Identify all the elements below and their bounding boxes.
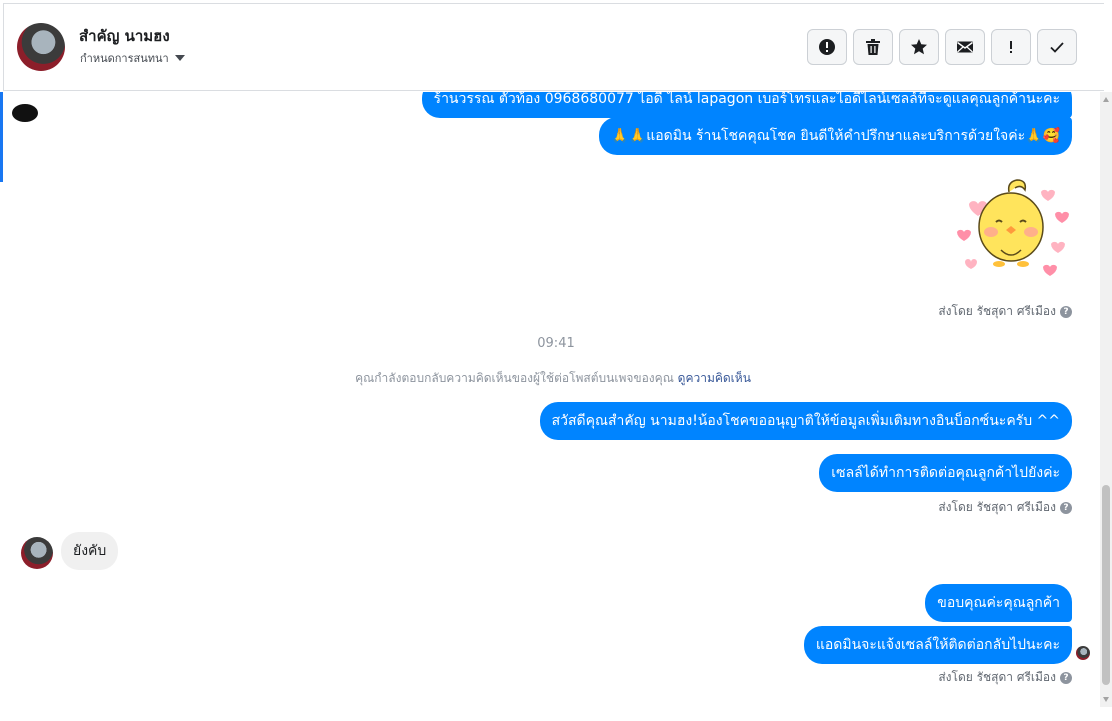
report-spam-button[interactable] bbox=[807, 29, 847, 65]
help-icon[interactable]: ? bbox=[1060, 671, 1072, 684]
contact-name[interactable]: สำคัญ นามฮง bbox=[79, 24, 170, 48]
message-timestamp: 09:41 bbox=[537, 336, 575, 351]
sent-by-text: ส่งโดย รัชสุดา ศรีเมือง bbox=[938, 500, 1056, 514]
mark-unread-button[interactable] bbox=[945, 29, 985, 65]
outgoing-message: ร้านวรรณ ตัวท้อง 0968680077 ไอดี ไลน์ la… bbox=[421, 92, 1072, 118]
thread-scrollbar[interactable] bbox=[1100, 92, 1112, 707]
assign-conversation-dropdown[interactable]: กำหนดการสนทนา bbox=[80, 49, 185, 67]
sender-avatar[interactable] bbox=[21, 537, 53, 569]
exclamation-icon bbox=[1010, 41, 1012, 53]
sent-by-text: ส่งโดย รัชสุดา ศรีเมือง bbox=[938, 670, 1056, 684]
delete-button[interactable] bbox=[853, 29, 893, 65]
assign-conversation-label: กำหนดการสนทนา bbox=[80, 52, 169, 65]
outgoing-message: 🙏🙏แอดมิน ร้านโชคคุณโชค ยินดีให้คำปรึกษาแ… bbox=[599, 117, 1072, 155]
envelope-icon bbox=[957, 41, 973, 53]
context-text: คุณกำลังตอบกลับความคิดเห็นของผู้ใช้ต่อโพ… bbox=[355, 371, 674, 385]
contact-avatar[interactable] bbox=[17, 23, 65, 71]
follow-up-button[interactable] bbox=[991, 29, 1031, 65]
checkmark-icon bbox=[1050, 42, 1064, 53]
scroll-down-arrow-icon[interactable] bbox=[1103, 697, 1109, 702]
message-text: ร้านวรรณ ตัวท้อง 0968680077 ไอดี ไลน์ la… bbox=[433, 92, 1060, 107]
message-text: เซลล์ได้ทำการติดต่อคุณลูกค้าไปยังค่ะ bbox=[831, 465, 1060, 481]
scroll-up-arrow-icon[interactable] bbox=[1103, 97, 1109, 102]
outgoing-message: ขอบคุณค่ะคุณลูกค้า bbox=[925, 584, 1072, 622]
alert-circle-icon bbox=[819, 39, 835, 55]
conversation-header: สำคัญ นามฮง กำหนดการสนทนา bbox=[3, 3, 1104, 91]
outgoing-message: แอดมินจะแจ้งเซลล์ให้ติดต่อกลับไปนะคะ bbox=[803, 626, 1072, 664]
message-text: ยังคับ bbox=[73, 543, 107, 559]
outgoing-message: เซลล์ได้ทำการติดต่อคุณลูกค้าไปยังค่ะ bbox=[819, 454, 1072, 492]
help-icon[interactable]: ? bbox=[1060, 305, 1072, 318]
sent-by-label: ส่งโดย รัชสุดา ศรีเมือง ? bbox=[938, 302, 1072, 321]
comment-reply-context: คุณกำลังตอบกลับความคิดเห็นของผู้ใช้ต่อโพ… bbox=[3, 369, 1100, 388]
star-button[interactable] bbox=[899, 29, 939, 65]
sent-by-label: ส่งโดย รัชสุดา ศรีเมือง ? bbox=[938, 668, 1072, 687]
view-comment-link[interactable]: ดูความคิดเห็น bbox=[678, 371, 751, 385]
outgoing-message: สวัสดีคุณสำคัญ นามฮง!น้องโชคขออนุญาติให้… bbox=[539, 402, 1072, 440]
sent-by-label: ส่งโดย รัชสุดา ศรีเมือง ? bbox=[938, 498, 1072, 517]
help-icon[interactable]: ? bbox=[1060, 501, 1072, 514]
scroll-thumb[interactable] bbox=[1102, 485, 1110, 685]
inbox-conversation-view: สำคัญ นามฮง กำหนดการสนทนา ร้านวรรณ ตัวท้… bbox=[0, 0, 1112, 721]
mark-done-button[interactable] bbox=[1037, 29, 1077, 65]
caret-down-icon bbox=[174, 55, 185, 61]
trash-icon bbox=[866, 39, 880, 55]
star-icon bbox=[911, 39, 927, 55]
message-text: 🙏🙏แอดมิน ร้านโชคคุณโชค ยินดีให้คำปรึกษาแ… bbox=[611, 128, 1060, 144]
message-text: แอดมินจะแจ้งเซลล์ให้ติดต่อกลับไปนะคะ bbox=[815, 637, 1060, 653]
incoming-message: ยังคับ bbox=[61, 532, 119, 570]
message-thread: ร้านวรรณ ตัวท้อง 0968680077 ไอดี ไลน์ la… bbox=[3, 92, 1100, 721]
conversation-toolbar bbox=[807, 29, 1077, 65]
message-text: ขอบคุณค่ะคุณลูกค้า bbox=[937, 595, 1060, 611]
message-text: สวัสดีคุณสำคัญ นามฮง!น้องโชคขออนุญาติให้… bbox=[551, 413, 1060, 429]
page-logo-icon bbox=[12, 104, 38, 122]
sent-by-text: ส่งโดย รัชสุดา ศรีเมือง bbox=[938, 304, 1056, 318]
chick-sticker-image bbox=[957, 179, 1069, 276]
seen-receipt-avatar bbox=[1076, 646, 1090, 660]
